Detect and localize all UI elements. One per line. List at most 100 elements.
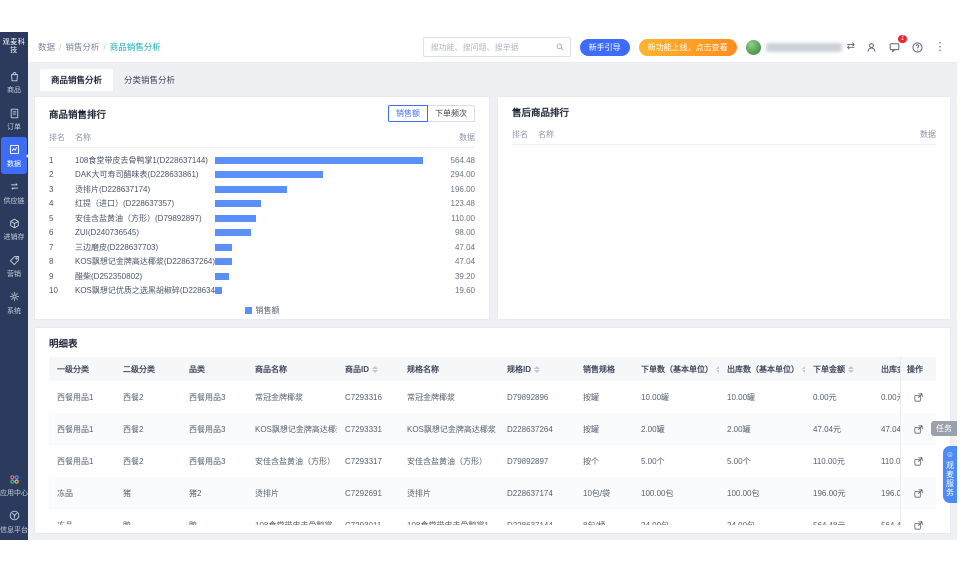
more-icon[interactable]: ⋮ [933,40,947,54]
sales-value: 294.00 [450,170,475,180]
column-header: 品类 [189,364,205,374]
product-name: 安佳含盐黄油（方形）(D79892897) [75,213,202,223]
sort-icon[interactable] [848,365,854,373]
switch-account-icon[interactable]: ⇄ [847,42,855,52]
newbie-guide-button[interactable]: 新手引导 [579,38,630,56]
detail-table-card: 明细表 一级分类 二级分类 品类 商品名称 商品ID 规格名称 规格ID 销售规格 下单数（基本… [34,327,951,534]
view-detail-button[interactable] [901,509,936,541]
breadcrumb-item-sales-analysis[interactable]: 销售分析 [65,41,99,53]
column-header[interactable]: 下单数（基本单位） [633,364,719,375]
service-label: 观麦服务 [945,461,955,497]
avatar[interactable] [745,39,761,55]
sidebar-item-system[interactable]: 系统 [0,284,28,321]
rank-number: 3 [49,184,54,194]
sidebar-item-data[interactable]: 数据 [1,137,29,175]
rank-row: 3 烫排片(D228637174) 196.00 [49,182,475,197]
sort-icon[interactable] [534,365,540,373]
table-cell: 烫排片 [255,488,279,498]
table-cell: 常冠金牌椰浆 [407,392,455,402]
breadcrumb-separator [103,42,105,52]
column-header[interactable]: 规格ID [499,364,575,375]
tab-product-sales-analysis[interactable]: 商品销售分析 [40,69,114,91]
tab-category-sales-analysis[interactable]: 分类销售分析 [113,69,186,91]
legend-swatch [244,307,252,314]
table-cell: 按罐 [583,424,599,434]
table-cell: 按罐 [583,392,599,402]
sidebar: 观麦科技 商品 订单 数据 供应链 进销存 营销 系统 应用中心 信息平台 [0,32,29,540]
product-name: 烫排片(D228637174) [75,184,151,194]
column-header[interactable]: 出库数（基本单位） [719,364,805,375]
rank-number: 1 [49,155,54,165]
view-detail-icon [914,456,923,466]
sales-bar [215,185,288,193]
service-floating-button[interactable]: ☺ 观麦服务 [943,446,957,503]
table-cell: 0.00元 [881,392,900,402]
search-input[interactable] [428,41,551,53]
chart-icon [8,143,21,158]
sales-value: 98.00 [454,228,475,238]
aftersales-empty-area [512,145,936,311]
table-cell: KOS飘想记金牌高达椰浆 [255,424,337,434]
table-cell: 2.00罐 [641,424,665,434]
sidebar-item-orders[interactable]: 订单 [0,101,28,138]
sort-icon[interactable] [372,365,378,373]
toggle-order-frequency[interactable]: 下单频次 [427,105,475,122]
table-cell: 安佳含盐黄油（方形） [407,456,487,466]
bar-track [215,171,423,179]
sales-rank-card: 商品销售排行 销售额 下单频次 排名 名称 数据 1 108食堂带皮去骨鸭掌1(D… [34,96,490,320]
sales-rank-title: 商品销售排行 [49,109,107,121]
rank-number: 8 [49,257,54,267]
column-header[interactable]: 商品ID [337,364,399,375]
message-icon[interactable]: 1 [887,35,907,54]
detail-table-scroll-area[interactable]: 一级分类 二级分类 品类 商品名称 商品ID 规格名称 规格ID 销售规格 下单数（基本单位）出… [49,357,900,525]
breadcrumb-item-data[interactable]: 数据 [38,41,55,53]
view-detail-icon [914,488,923,498]
view-detail-button[interactable] [901,477,936,509]
product-name: KOS飘想记优质之选黑胡椒碎(D228634296) [75,286,215,296]
global-search[interactable] [422,37,571,57]
rank-row: 8 KOS飘想记金牌高达椰浆(D228637264) 47.04 [49,255,475,270]
customer-service-icon[interactable] [864,40,878,54]
table-cell: 烫排片 [407,488,431,498]
rank-column-headers: 排名 名称 数据 [49,122,475,148]
table-cell: 西餐用品3 [189,424,226,434]
user-account[interactable]: ⇄ [745,39,855,55]
sales-value: 123.48 [450,199,475,209]
column-header[interactable]: 出库金额 [873,364,900,375]
column-header[interactable]: 下单金额 [805,364,873,375]
bag-icon [8,70,21,85]
product-name: ZUI(D240736545) [75,228,140,238]
sidebar-item-goods[interactable]: 商品 [0,64,28,101]
view-detail-button[interactable] [901,445,936,477]
task-floating-button[interactable]: 任务 [931,421,957,436]
new-feature-button[interactable]: 新功能上线，点击查看 [638,38,737,56]
bar-track [215,200,423,208]
toggle-sales-amount[interactable]: 销售额 [388,105,428,122]
sidebar-item-info-platform[interactable]: 信息平台 [0,503,28,540]
product-name: KOS飘想记金牌高达椰浆(D228637264) [75,257,215,267]
product-name: 108食堂带皮去骨鸭掌1(D228637144) [75,155,208,165]
bar-track [215,229,423,237]
table-cell: 常冠金牌椰浆 [255,392,303,402]
box-icon [8,217,21,232]
detail-table-header: 一级分类 二级分类 品类 商品名称 商品ID 规格名称 规格ID 销售规格 下单数（基本单位）出… [49,357,900,381]
view-detail-icon [914,424,923,434]
sales-bar [215,258,233,266]
sidebar-item-inventory[interactable]: 进销存 [0,211,28,248]
rank-row: 10 KOS飘想记优质之选黑胡椒碎(D228634296) 19.60 [49,284,475,299]
table-cell: D79892896 [507,392,549,402]
view-detail-button[interactable] [901,381,936,413]
sidebar-item-marketing[interactable]: 营销 [0,248,28,285]
column-header: 二级分类 [123,364,155,374]
sidebar-item-app-center[interactable]: 应用中心 [0,467,28,504]
table-cell: D228637264 [507,424,553,434]
op-column-body [901,381,936,541]
aftersales-rank-title: 售后商品排行 [512,108,570,119]
sales-value: 47.04 [454,242,475,252]
help-icon[interactable] [910,40,924,54]
rank-row: 7 三边磨皮(D228637703) 47.04 [49,240,475,255]
user-name-redacted [765,42,842,52]
table-cell: D228637174 [507,488,553,498]
table-cell: C7293331 [345,424,382,434]
sidebar-item-supply-chain[interactable]: 供应链 [0,174,28,211]
